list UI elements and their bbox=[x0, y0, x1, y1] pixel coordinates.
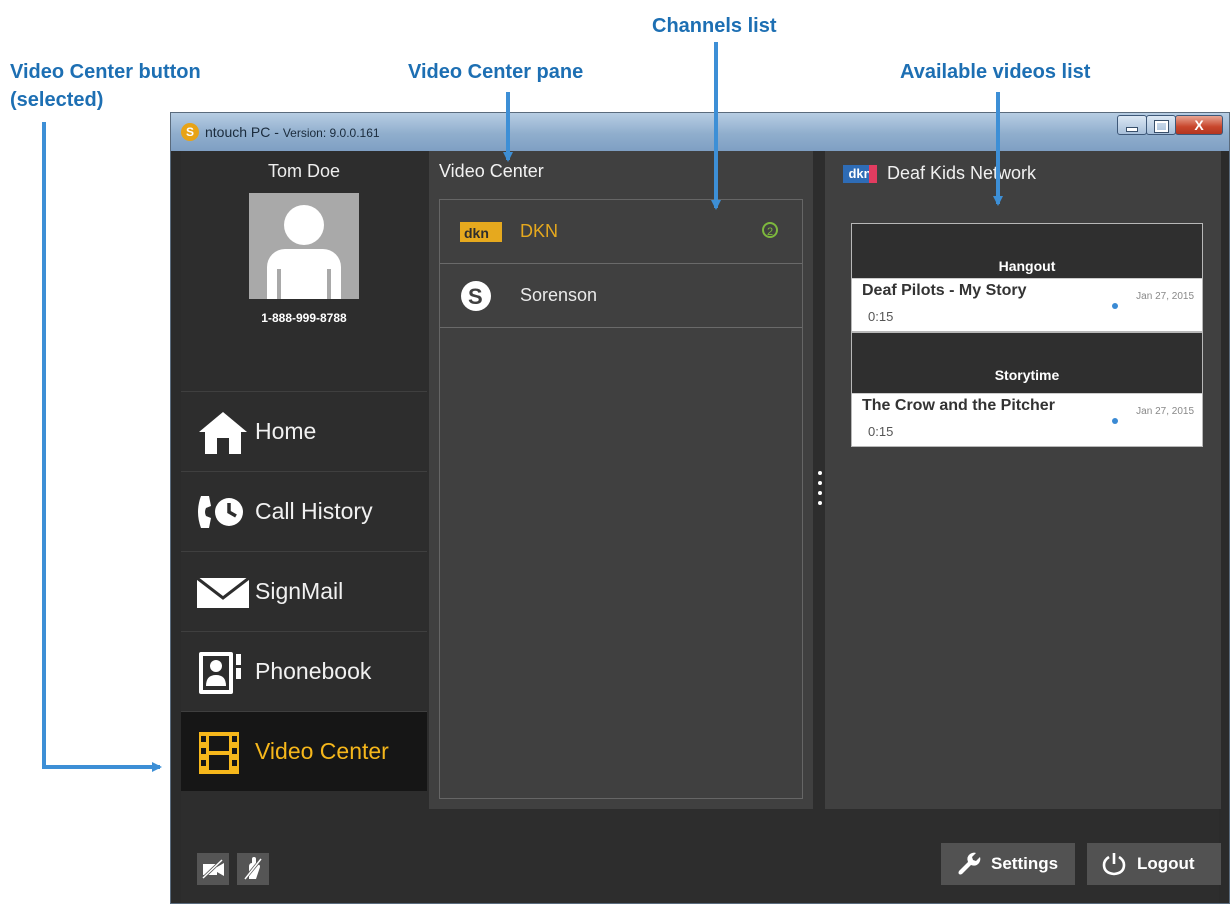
callout-arrows bbox=[42, 42, 1003, 772]
arrow-video-center-button bbox=[42, 122, 162, 772]
